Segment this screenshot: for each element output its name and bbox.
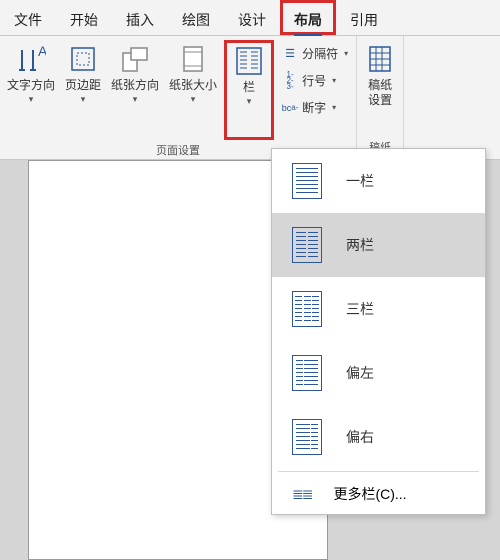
chevron-down-icon: ▾	[247, 96, 252, 107]
line-numbers-button[interactable]: 1-2-3- 行号 ▾	[280, 69, 350, 92]
tab-bar: 文件 开始 插入 绘图 设计 布局 引用	[0, 0, 500, 36]
columns-more-label: 更多栏(C)...	[333, 484, 406, 504]
tab-layout[interactable]: 布局	[280, 0, 336, 35]
columns-option-right-label: 偏右	[346, 427, 374, 447]
chevron-down-icon: ▾	[133, 94, 138, 105]
tab-insert[interactable]: 插入	[112, 0, 168, 35]
more-columns-icon: ≣≣	[292, 486, 311, 503]
breaks-button[interactable]: ☰ 分隔符 ▾	[280, 42, 350, 65]
chevron-down-icon: ▾	[191, 94, 196, 105]
breaks-group: ☰ 分隔符 ▾ 1-2-3- 行号 ▾ bca- 断字 ▾	[276, 40, 354, 121]
margins-label: 页边距	[65, 78, 101, 93]
grid-settings-button[interactable]: 稿纸 设置	[359, 40, 401, 108]
group-page-setup: A 文字方向 ▾ 页边距 ▾ 纸张方向 ▾	[0, 36, 357, 159]
one-column-icon	[292, 163, 322, 199]
hyphenation-label: 断字	[302, 99, 326, 116]
margins-button[interactable]: 页边距 ▾	[60, 40, 106, 105]
grid-settings-label: 稿纸 设置	[368, 78, 392, 108]
grid-settings-icon	[364, 43, 396, 75]
text-direction-button[interactable]: A 文字方向 ▾	[2, 40, 60, 105]
margins-icon	[67, 43, 99, 75]
chevron-down-icon: ▾	[332, 76, 336, 85]
columns-button[interactable]: 栏 ▾	[227, 43, 271, 107]
columns-option-left-label: 偏左	[346, 363, 374, 383]
columns-button-highlight: 栏 ▾	[224, 40, 274, 140]
tab-design[interactable]: 设计	[224, 0, 280, 35]
columns-option-left[interactable]: 偏左	[272, 341, 485, 405]
left-column-icon	[292, 355, 322, 391]
right-column-icon	[292, 419, 322, 455]
hyphenation-button[interactable]: bca- 断字 ▾	[280, 96, 350, 119]
dropdown-separator	[278, 471, 479, 472]
two-column-icon	[292, 227, 322, 263]
tab-home[interactable]: 开始	[56, 0, 112, 35]
breaks-label: 分隔符	[302, 45, 338, 62]
size-button[interactable]: 纸张大小 ▾	[164, 40, 222, 105]
chevron-down-icon: ▾	[81, 94, 86, 105]
columns-more-option[interactable]: ≣≣ 更多栏(C)...	[272, 474, 485, 514]
columns-option-one-label: 一栏	[346, 171, 374, 191]
hyphenation-icon: bca-	[282, 100, 298, 116]
orientation-label: 纸张方向	[111, 78, 159, 93]
orientation-button[interactable]: 纸张方向 ▾	[106, 40, 164, 105]
columns-option-two-label: 两栏	[346, 235, 374, 255]
columns-label: 栏	[243, 80, 255, 95]
tab-references[interactable]: 引用	[336, 0, 392, 35]
columns-dropdown: 一栏 两栏 三栏 偏左 偏右 ≣≣ 更多栏(C)...	[271, 148, 486, 515]
chevron-down-icon: ▾	[344, 49, 348, 58]
columns-option-two[interactable]: 两栏	[272, 213, 485, 277]
columns-option-three-label: 三栏	[346, 299, 374, 319]
text-direction-icon: A	[15, 43, 47, 75]
orientation-icon	[119, 43, 151, 75]
size-icon	[177, 43, 209, 75]
line-numbers-icon: 1-2-3-	[282, 73, 298, 89]
columns-icon	[233, 45, 265, 77]
size-label: 纸张大小	[169, 78, 217, 93]
tab-file[interactable]: 文件	[0, 0, 56, 35]
ribbon: A 文字方向 ▾ 页边距 ▾ 纸张方向 ▾	[0, 36, 500, 160]
chevron-down-icon: ▾	[29, 94, 34, 105]
line-numbers-label: 行号	[302, 72, 326, 89]
columns-option-right[interactable]: 偏右	[272, 405, 485, 469]
columns-option-three[interactable]: 三栏	[272, 277, 485, 341]
breaks-icon: ☰	[282, 46, 298, 62]
three-column-icon	[292, 291, 322, 327]
columns-option-one[interactable]: 一栏	[272, 149, 485, 213]
tab-draw[interactable]: 绘图	[168, 0, 224, 35]
text-direction-label: 文字方向	[7, 78, 55, 93]
chevron-down-icon: ▾	[332, 103, 336, 112]
group-grid-paper: 稿纸 设置 稿纸	[357, 36, 404, 159]
svg-text:A: A	[38, 44, 46, 59]
